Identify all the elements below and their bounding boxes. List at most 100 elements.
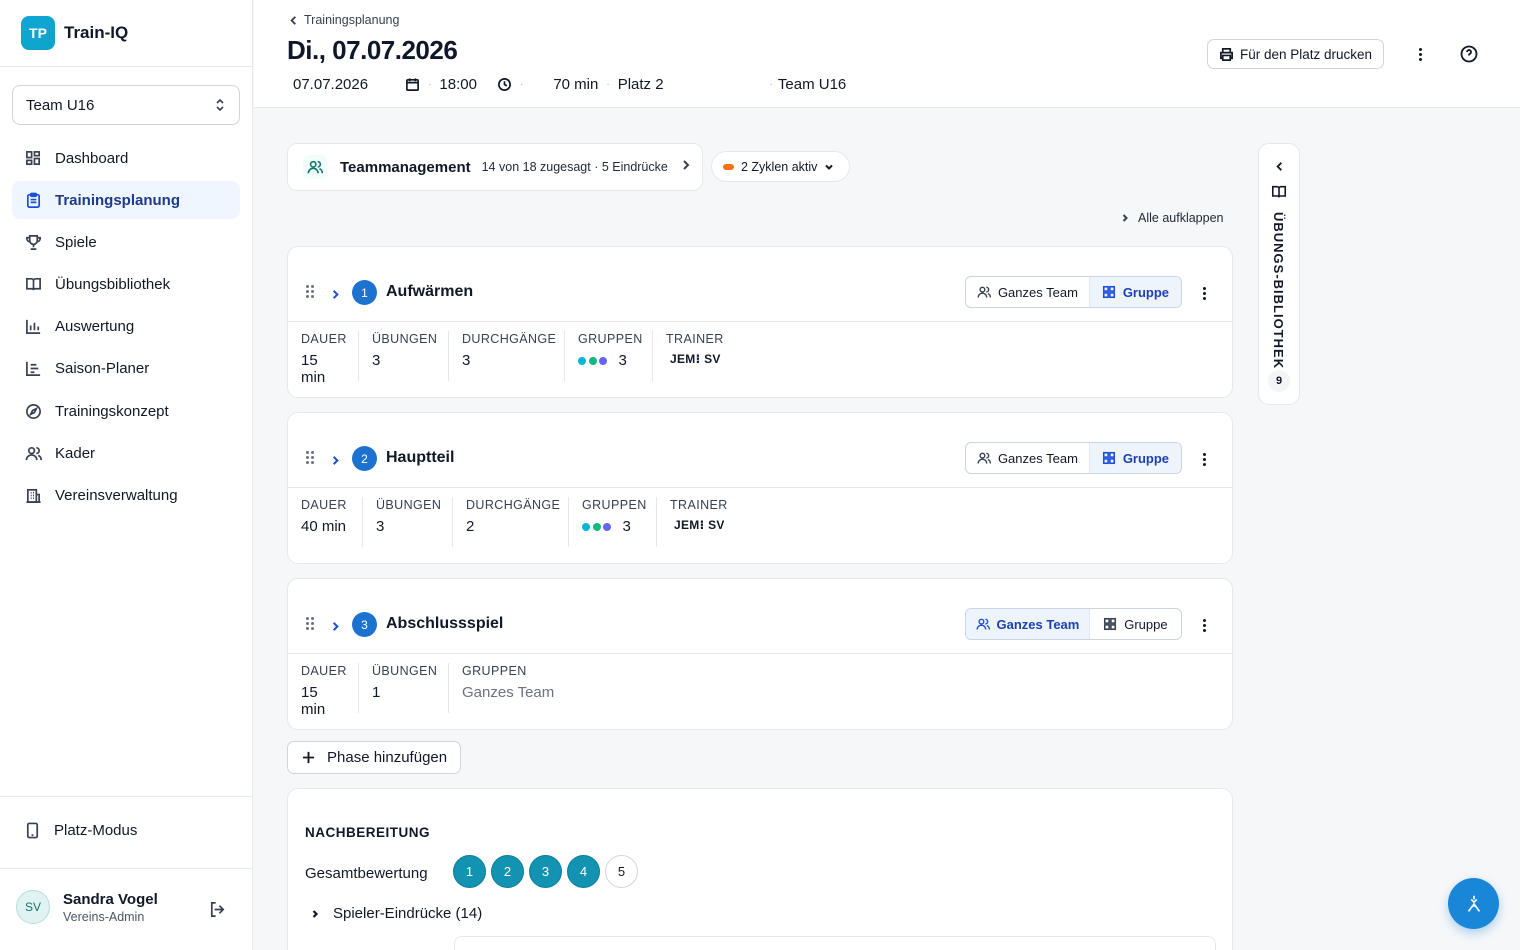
sidebar-item-label: Dashboard (55, 149, 129, 167)
brand[interactable]: TP Train-IQ (0, 0, 252, 67)
session-place[interactable]: Platz 2 (618, 76, 664, 93)
phase-card: 2 Hauptteil Ganzes Team Gruppe DAUER 40 m… (287, 412, 1233, 564)
expand-all-button[interactable]: Alle aufklappen (1120, 211, 1223, 225)
stat-label-trainer: TRAINER (666, 332, 724, 346)
stat-label-duration: DAUER (301, 332, 347, 346)
calendar-icon[interactable] (405, 77, 420, 92)
rating-option-4[interactable]: 4 (567, 855, 600, 888)
logout-icon (210, 901, 225, 918)
rating-option-2[interactable]: 2 (491, 855, 524, 888)
team-select[interactable]: Team U16 (12, 85, 240, 125)
drag-handle-icon[interactable] (306, 617, 314, 630)
team-management-bar[interactable]: Teammanagement 14 von 18 zugesagt · 5 Ei… (287, 143, 703, 191)
print-button-label: Für den Platz drucken (1240, 46, 1373, 62)
sidebar-item-spiele[interactable]: Spiele (12, 223, 240, 261)
sidebar-item-label: Übungsbibliothek (55, 276, 171, 294)
drag-handle-icon[interactable] (306, 451, 314, 464)
mode-team-button[interactable]: Ganzes Team (966, 609, 1090, 639)
breadcrumb[interactable]: Trainingsplanung (288, 13, 399, 27)
sidebar-item-uebungsbibliothek[interactable]: Übungsbibliothek (12, 266, 240, 304)
sidebar-item-auswertung[interactable]: Auswertung (12, 308, 240, 346)
mode-group-label: Gruppe (1122, 450, 1170, 466)
chevron-left-icon[interactable] (1274, 159, 1285, 177)
trophy-icon (24, 233, 42, 251)
phase-title[interactable]: Abschlussspiel (386, 615, 503, 633)
stat-groups: 3 (618, 352, 627, 369)
sidebar-item-label: Spiele (55, 233, 97, 251)
building-icon (24, 487, 42, 505)
stat-rounds: 3 (462, 352, 471, 369)
mode-team-button[interactable]: Ganzes Team (966, 277, 1090, 307)
rating-option-1[interactable]: 1 (453, 855, 486, 888)
mode-group-button[interactable]: Gruppe (1090, 609, 1181, 639)
users-icon (24, 444, 42, 462)
rating-scale: 1 2 3 4 5 (453, 855, 643, 888)
platz-mode-button[interactable]: Platz-Modus (24, 822, 137, 839)
compass-icon (24, 402, 42, 420)
phase-more-icon[interactable] (1203, 617, 1206, 634)
chevron-right-icon[interactable] (330, 287, 341, 305)
phase-title[interactable]: Hauptteil (386, 449, 454, 467)
team-management-title: Teammanagement (340, 158, 471, 176)
sidebar-item-label: Kader (55, 444, 96, 462)
chevron-right-icon[interactable] (330, 619, 341, 637)
drag-handle-icon[interactable] (306, 285, 314, 298)
tablet-icon (26, 822, 39, 839)
post-session-review: NACHBEREITUNG Gesamtbewertung 1 2 3 4 5 … (287, 788, 1233, 950)
help-icon[interactable] (1460, 45, 1478, 68)
sidebar-item-label: Auswertung (55, 318, 135, 336)
breadcrumb-label: Trainingsplanung (304, 13, 400, 27)
user-profile[interactable]: SV Sandra Vogel Vereins-Admin (16, 890, 158, 924)
player-impressions-toggle[interactable]: Spieler-Eindrücke (14) (310, 905, 482, 922)
cycles-dropdown[interactable]: 2 Zyklen aktiv (711, 151, 850, 182)
phase-number: 3 (352, 612, 377, 637)
mode-group-button[interactable]: Gruppe (1089, 277, 1181, 307)
bar-chart-icon (24, 318, 42, 336)
users-icon (975, 618, 990, 630)
clock-icon[interactable] (497, 77, 512, 92)
phase-stats: DAUER 15 min ÜBUNGEN 1 GRUPPEN Ganzes Team (288, 654, 1232, 718)
session-date[interactable]: 07.07.2026 (293, 76, 368, 93)
exercise-library-panel[interactable]: ÜBUNGS-BIBLIOTHEK 9 (1258, 143, 1300, 405)
session-duration[interactable]: 70 min (553, 76, 598, 93)
post-review-title: NACHBEREITUNG (305, 825, 431, 840)
logout-button[interactable] (208, 900, 227, 924)
sidebar-item-dashboard[interactable]: Dashboard (12, 139, 240, 177)
stat-label-trainer: TRAINER (670, 498, 728, 512)
chevron-updown-icon (216, 98, 224, 112)
phase-card: 3 Abschlussspiel Ganzes Team Gruppe DAUE… (287, 578, 1233, 730)
phase-more-icon[interactable] (1203, 285, 1206, 302)
chevron-right-icon (1122, 214, 1128, 222)
sidebar-item-trainingskonzept[interactable]: Trainingskonzept (12, 392, 240, 430)
phase-number: 1 (352, 280, 377, 305)
separator-dot: · (428, 79, 432, 90)
mode-group-button[interactable]: Gruppe (1089, 443, 1181, 473)
stat-duration: 15 min (301, 352, 326, 386)
phase-mode-toggle: Ganzes Team Gruppe (965, 442, 1182, 474)
sidebar-item-vereinsverwaltung[interactable]: Vereinsverwaltung (12, 477, 240, 515)
chevron-down-icon (825, 164, 834, 170)
library-count-badge: 9 (1268, 370, 1290, 392)
users-icon (977, 286, 991, 298)
phase-more-icon[interactable] (1203, 451, 1206, 468)
sidebar-item-kader[interactable]: Kader (12, 434, 240, 472)
sidebar-item-saison-planer[interactable]: Saison-Planer (12, 350, 240, 388)
stat-label-duration: DAUER (301, 498, 347, 512)
chevron-right-icon (680, 158, 692, 176)
mode-team-button[interactable]: Ganzes Team (966, 443, 1090, 473)
add-phase-button[interactable]: Phase hinzufügen (287, 741, 461, 774)
assistant-button[interactable] (1448, 878, 1499, 929)
session-time[interactable]: 18:00 (439, 76, 477, 93)
rating-option-5[interactable]: 5 (605, 855, 638, 888)
phase-mode-toggle: Ganzes Team Gruppe (965, 608, 1182, 640)
sidebar-nav: Dashboard Trainingsplanung Spiele Übungs… (12, 139, 240, 519)
notes-field[interactable] (454, 936, 1216, 950)
sidebar-item-trainingsplanung[interactable]: Trainingsplanung (12, 181, 240, 220)
more-options-icon[interactable] (1419, 46, 1422, 63)
users-icon (977, 452, 991, 464)
print-button[interactable]: Für den Platz drucken (1207, 39, 1385, 69)
rating-option-3[interactable]: 3 (529, 855, 562, 888)
chevron-right-icon[interactable] (330, 453, 341, 471)
stat-label-groups: GRUPPEN (462, 664, 527, 678)
phase-title[interactable]: Aufwärmen (386, 283, 473, 301)
